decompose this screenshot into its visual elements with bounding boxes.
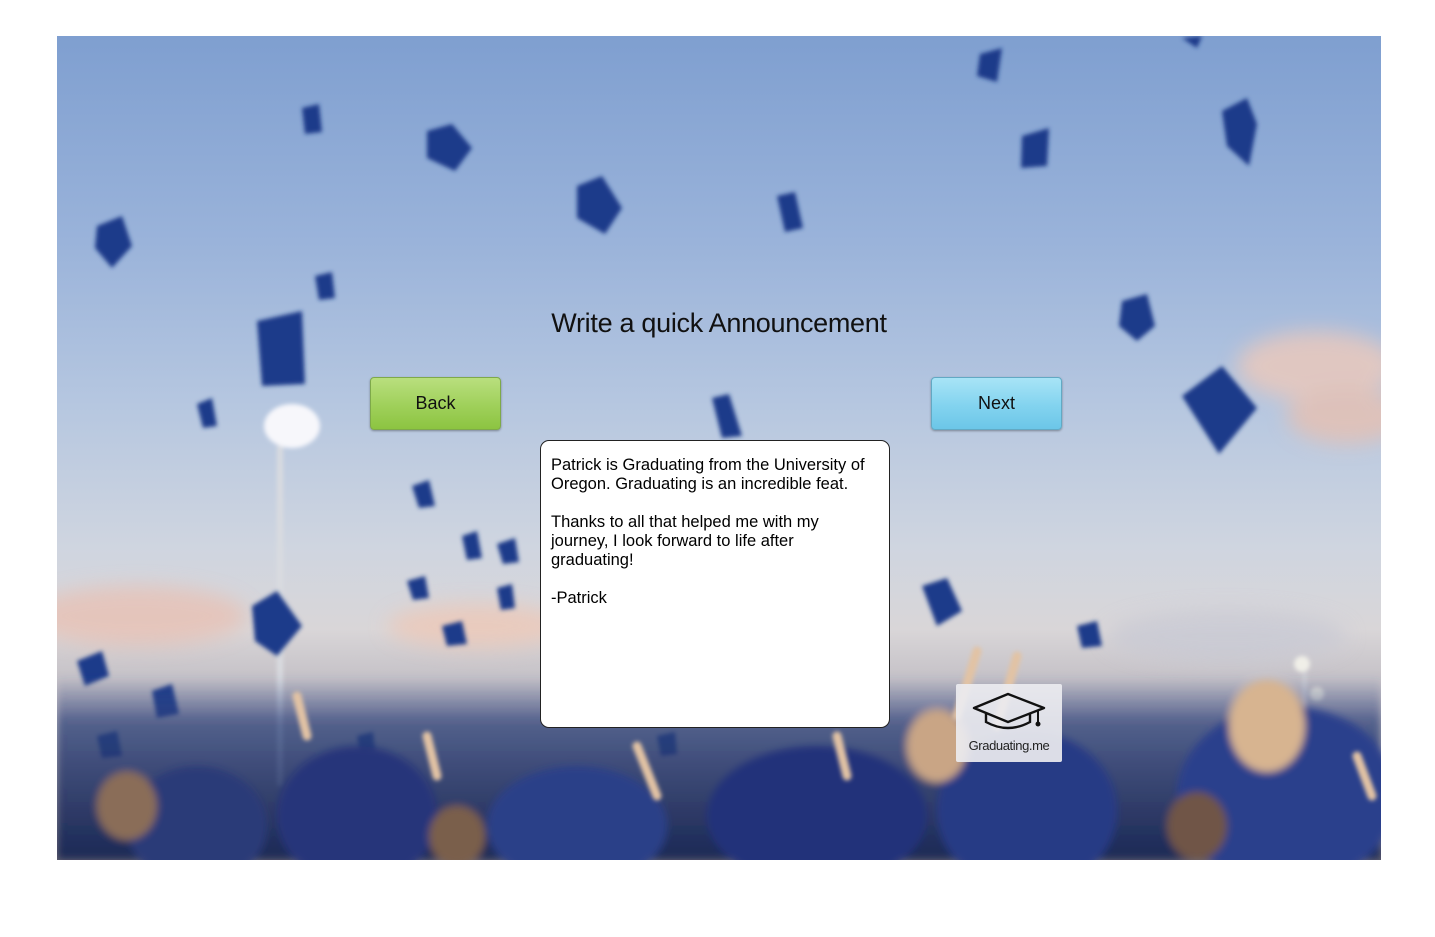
back-button[interactable]: Back	[370, 377, 501, 430]
graduating-me-logo: Graduating.me	[956, 684, 1062, 762]
graduation-background: Write a quick Announcement Back Next Pat…	[57, 36, 1381, 860]
next-button[interactable]: Next	[931, 377, 1062, 430]
graduation-cap-icon	[972, 692, 1046, 730]
announcement-textarea[interactable]: Patrick is Graduating from the Universit…	[540, 440, 890, 728]
logo-text: Graduating.me	[968, 738, 1050, 753]
page-title: Write a quick Announcement	[551, 308, 887, 338]
